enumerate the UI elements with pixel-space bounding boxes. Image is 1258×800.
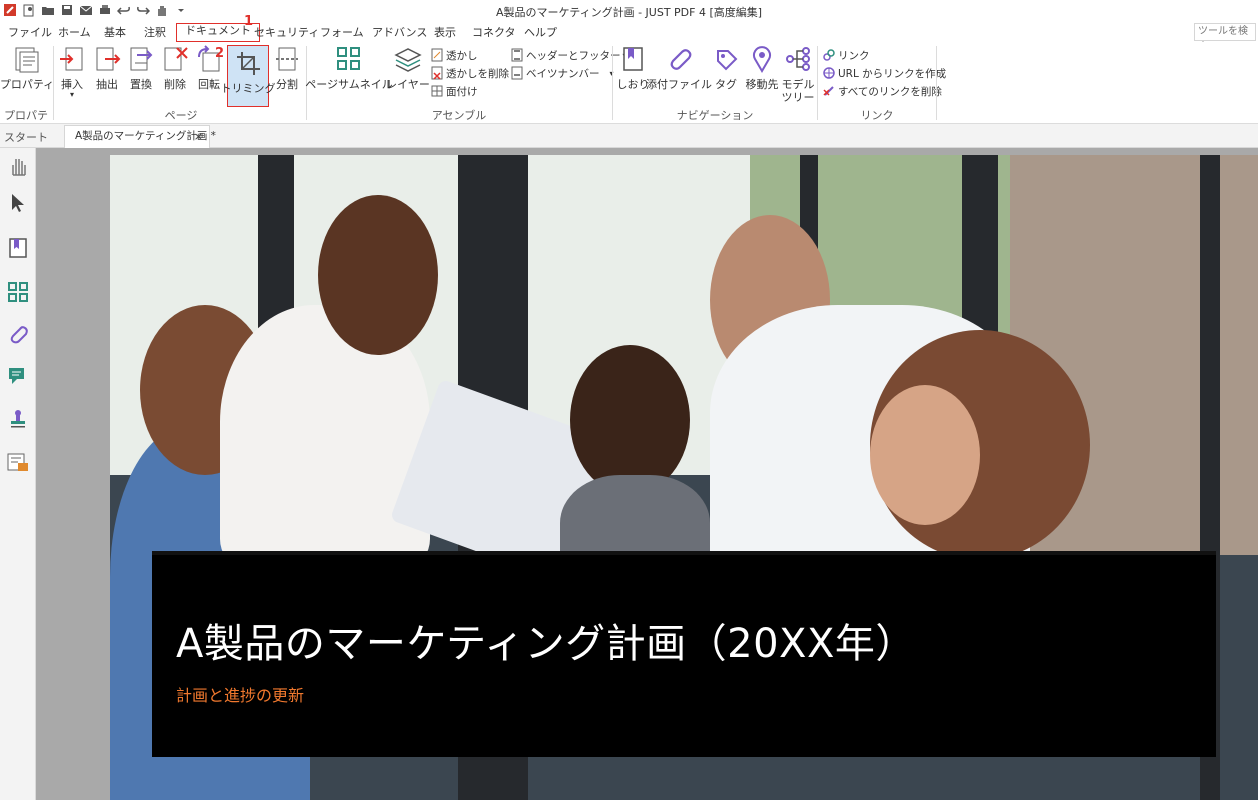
replace-button[interactable]: 置換 <box>126 42 156 106</box>
tag-icon <box>710 42 742 76</box>
stamp-panel-icon[interactable] <box>4 404 32 432</box>
step-2-annotation: 2 <box>215 46 225 61</box>
bates-number-button[interactable]: ベイツナンバー ▾ <box>510 64 614 82</box>
delete-links-icon <box>822 84 836 98</box>
watermark-icon <box>430 48 444 62</box>
title-bar: A製品のマーケティング計画 - JUST PDF 4 [高度編集] <box>0 0 1258 22</box>
bookmark-button[interactable]: しおり <box>617 42 650 106</box>
header-footer-button[interactable]: ヘッダーとフッター ▾ <box>510 46 627 64</box>
menu-connector[interactable]: コネクタ <box>472 24 516 41</box>
model-tree-icon <box>782 42 814 76</box>
tab-document[interactable]: A製品のマーケティング計画 * × <box>64 125 216 148</box>
page-thumbnail-button[interactable]: ページサムネイル <box>305 42 393 106</box>
delete-watermark-button[interactable]: 透かしを削除 <box>430 64 509 82</box>
form-panel-icon[interactable] <box>4 448 32 476</box>
tag-button[interactable]: タグ <box>712 42 740 106</box>
photo-person-head <box>570 345 690 495</box>
watermark-button[interactable]: 透かし <box>430 46 478 64</box>
tool-search-input[interactable]: ツールを検索 <box>1194 23 1256 53</box>
photo-person-face <box>870 385 980 525</box>
group-label-assemble: アセンブル <box>431 109 487 122</box>
delete-all-links-button[interactable]: すべてのリンクを削除 <box>822 82 942 100</box>
document-view[interactable]: A製品のマーケティング計画（20XX年） 計画と進捗の更新 <box>36 148 1258 800</box>
thumbnail-panel-icon[interactable] <box>4 278 32 306</box>
imposition-icon <box>430 84 444 98</box>
menu-home[interactable]: ホーム <box>58 24 91 41</box>
group-label-navigation: ナビゲーション <box>676 109 754 122</box>
create-link-from-url-button[interactable]: URL からリンクを作成 <box>822 64 946 82</box>
menu-bar: ファイル ホーム 基本 注釈 ドキュメント セキュリティ フォーム アドバンス … <box>0 14 1258 53</box>
extract-page-icon <box>91 42 123 76</box>
bookmark-panel-icon[interactable] <box>4 234 32 262</box>
link-icon <box>822 48 836 62</box>
crop-icon <box>232 46 264 80</box>
attachment-panel-icon[interactable] <box>4 320 32 348</box>
url-link-icon <box>822 66 836 80</box>
extract-button[interactable]: 抽出 <box>92 42 122 106</box>
menu-basic[interactable]: 基本 <box>104 24 126 41</box>
comment-panel-icon[interactable] <box>4 362 32 390</box>
paperclip-icon <box>663 42 695 76</box>
group-separator <box>936 46 937 120</box>
insert-dropdown-icon[interactable]: ▾ <box>70 91 74 99</box>
group-label-page: ページ <box>164 109 198 122</box>
attachment-button[interactable]: 添付ファイル <box>646 42 712 106</box>
menu-help[interactable]: ヘルプ <box>524 24 557 41</box>
destination-button[interactable]: 移動先 <box>743 42 781 106</box>
group-separator <box>53 46 54 120</box>
menu-advance[interactable]: アドバンス <box>372 24 427 41</box>
split-page-icon <box>271 42 303 76</box>
imposition-button[interactable]: 面付け <box>430 82 478 100</box>
delete-watermark-icon <box>430 66 444 80</box>
delete-page-button[interactable]: 削除 <box>160 42 190 106</box>
hand-tool-icon[interactable] <box>4 152 32 180</box>
menu-security[interactable]: セキュリティ <box>254 24 319 41</box>
properties-icon <box>11 42 43 76</box>
photo-person-head <box>318 195 438 355</box>
title-banner: A製品のマーケティング計画（20XX年） 計画と進捗の更新 <box>152 551 1216 757</box>
delete-page-icon <box>159 42 191 76</box>
menu-view[interactable]: 表示 <box>434 24 456 41</box>
menu-file[interactable]: ファイル <box>8 24 52 41</box>
split-button[interactable]: 分割 <box>272 42 302 106</box>
insert-page-icon <box>56 42 88 76</box>
step-1-annotation: 1 <box>244 14 254 29</box>
bookmark-icon <box>617 42 649 76</box>
left-sidebar <box>0 148 36 800</box>
layer-button[interactable]: レイヤー <box>386 42 430 106</box>
document-tab-bar: スタート A製品のマーケティング計画 * × <box>0 124 1258 148</box>
layers-icon <box>392 42 424 76</box>
menu-form[interactable]: フォーム <box>320 24 364 41</box>
properties-button[interactable]: プロパティ <box>0 42 54 106</box>
header-footer-icon <box>510 48 524 62</box>
group-label-link: リンク <box>860 109 894 122</box>
close-tab-icon[interactable]: × <box>194 126 203 147</box>
select-arrow-icon[interactable] <box>4 188 32 216</box>
trim-button[interactable]: トリミング <box>221 45 276 107</box>
thumbnail-grid-icon <box>333 42 365 76</box>
document-subtitle: 計画と進捗の更新 <box>176 686 305 705</box>
document-title: A製品のマーケティング計画（20XX年） <box>176 621 916 667</box>
model-tree-button[interactable]: モデル ツリー <box>782 42 815 106</box>
insert-button[interactable]: 挿入 ▾ <box>57 42 87 106</box>
location-pin-icon <box>746 42 778 76</box>
group-separator <box>612 46 613 120</box>
link-button[interactable]: リンク <box>822 46 870 64</box>
menu-annotation[interactable]: 注釈 <box>144 24 166 41</box>
window-title: A製品のマーケティング計画 - JUST PDF 4 [高度編集] <box>495 6 763 19</box>
replace-page-icon <box>125 42 157 76</box>
bates-number-icon <box>510 66 524 80</box>
ribbon: プロパティ プロパティ 挿入 ▾ 抽出 置換 削除 回転 <box>0 42 1258 138</box>
tab-start[interactable]: スタート <box>4 129 48 145</box>
